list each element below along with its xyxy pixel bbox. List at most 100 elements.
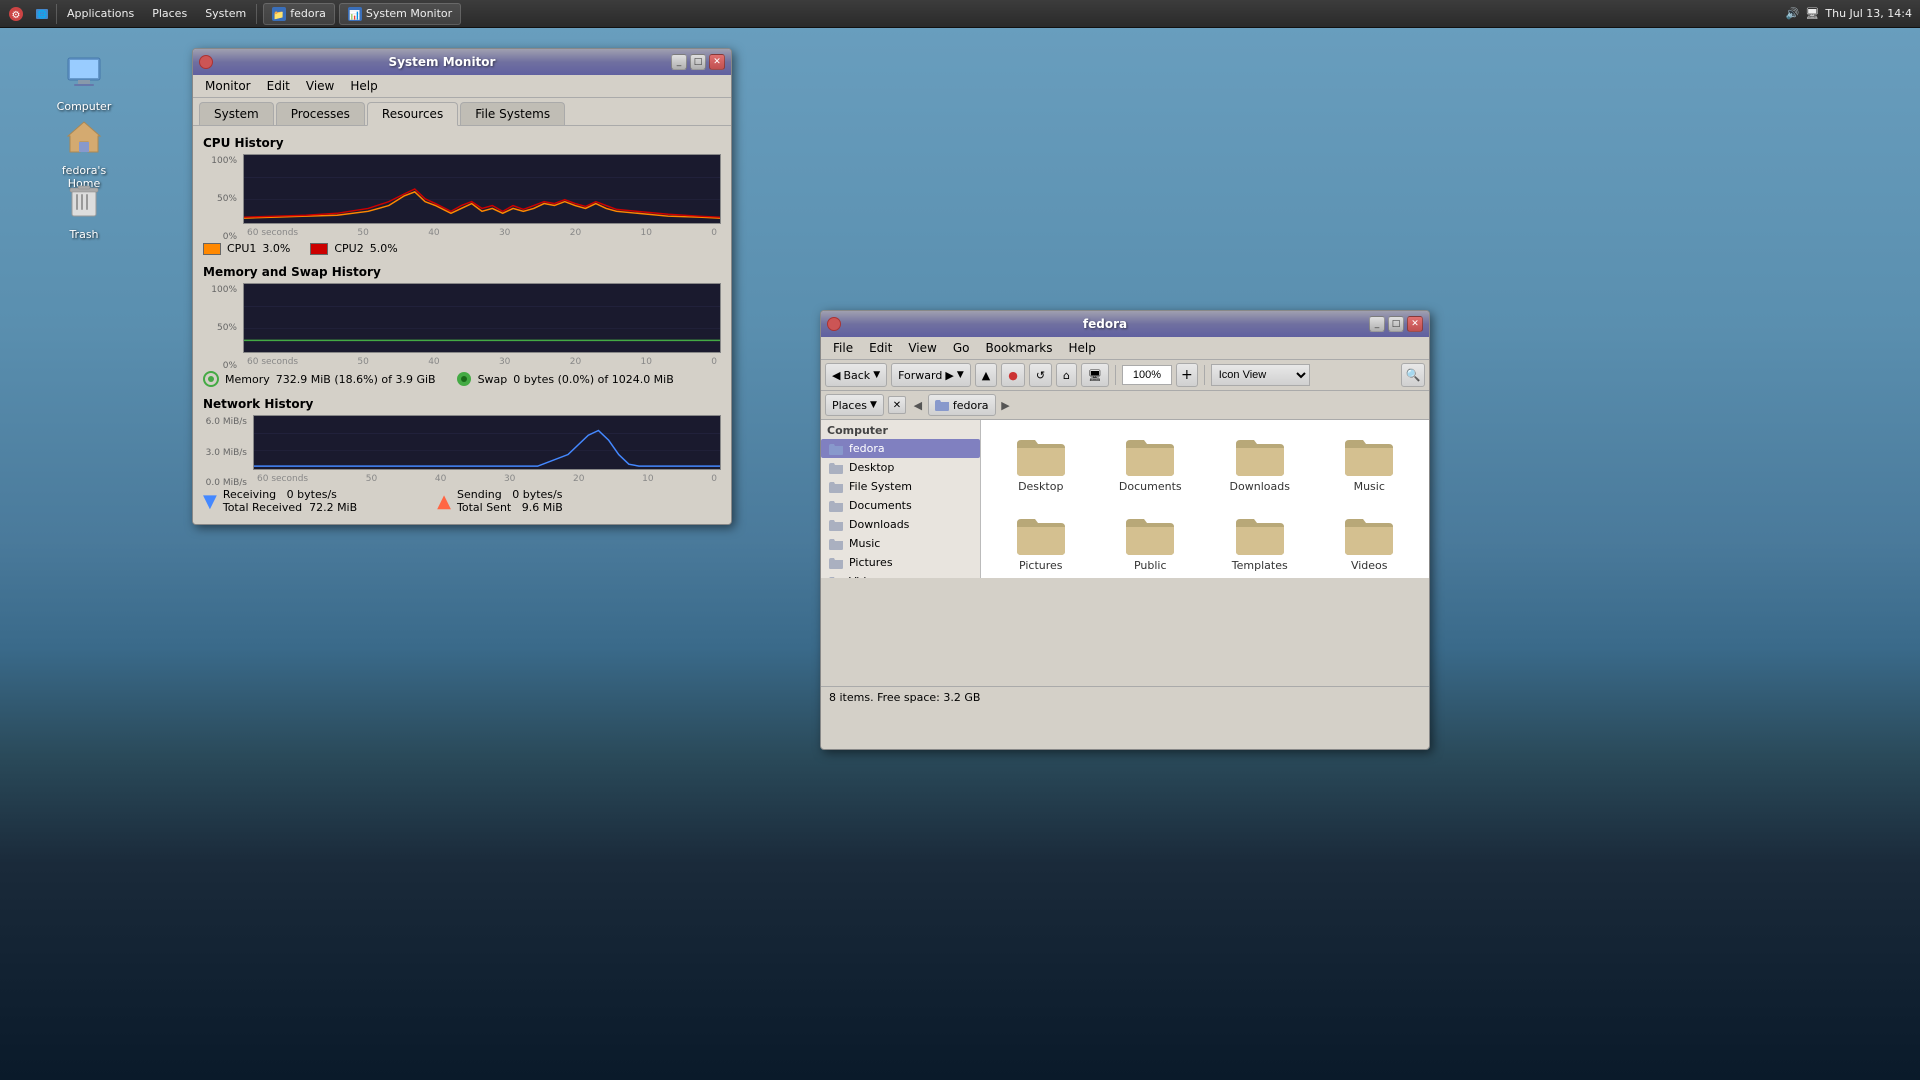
fm-maximize-btn[interactable]: □ xyxy=(1388,316,1404,332)
file-name-pictures: Pictures xyxy=(1019,559,1063,572)
clock: Thu Jul 13, 14:4 xyxy=(1825,7,1912,20)
sysmon-tab-filesystems[interactable]: File Systems xyxy=(460,102,565,125)
network-icon[interactable]: 🖥 xyxy=(1805,7,1819,20)
path-item-fedora[interactable]: fedora xyxy=(928,394,996,416)
sidebar-item-videos[interactable]: Videos xyxy=(821,572,980,578)
sysmon-titlebar: System Monitor _ □ ✕ xyxy=(193,49,731,75)
sysmon-menu-help[interactable]: Help xyxy=(342,77,385,95)
fm-close-left-btn[interactable] xyxy=(827,317,841,331)
taskbar-applet-icon2[interactable]: 🌐 xyxy=(30,4,54,24)
send-arrow-icon: ▲ xyxy=(437,491,451,512)
taskbar-menu-places[interactable]: Places xyxy=(144,3,195,25)
places-dropdown-arrow: ▼ xyxy=(870,400,877,410)
sidebar-item-documents[interactable]: Documents xyxy=(821,496,980,515)
cpu1-color xyxy=(203,243,221,255)
search-button[interactable]: 🔍 xyxy=(1401,363,1425,387)
sidebar-item-desktop[interactable]: Desktop xyxy=(821,458,980,477)
sidebar-item-music[interactable]: Music xyxy=(821,534,980,553)
location-clear-btn[interactable]: ✕ xyxy=(888,396,906,414)
file-icon-documents[interactable]: Documents xyxy=(1101,430,1201,499)
fm-menu-go[interactable]: Go xyxy=(945,339,978,357)
file-icon-public[interactable]: Public xyxy=(1101,509,1201,578)
folder-icon-music xyxy=(1345,436,1393,476)
fm-content-area: Desktop Documents xyxy=(981,420,1429,578)
sidebar-folder-icon-fedora xyxy=(829,443,843,455)
fm-close-btn[interactable]: ✕ xyxy=(1407,316,1423,332)
desktop-icon-trash[interactable]: Trash xyxy=(44,172,124,245)
memory-chart xyxy=(243,283,721,353)
sysmon-maximize-btn[interactable]: □ xyxy=(690,54,706,70)
file-icon-downloads[interactable]: Downloads xyxy=(1210,430,1310,499)
sysmon-close-btn2[interactable]: ✕ xyxy=(709,54,725,70)
fm-minimize-btn[interactable]: _ xyxy=(1369,316,1385,332)
fm-statusbar: 8 items. Free space: 3.2 GB xyxy=(821,686,1429,708)
cpu-chart xyxy=(243,154,721,224)
fm-toolbar: ◀ Back ▼ Forward ▶ ▼ ▲ ● ↺ ⌂ 🖥 + xyxy=(821,360,1429,391)
sysmon-content: CPU History 100%50%0% 60 seco xyxy=(193,126,731,524)
zoom-in-button[interactable]: + xyxy=(1176,363,1198,387)
folder-icon-downloads xyxy=(1236,436,1284,476)
stop-button[interactable]: ● xyxy=(1001,363,1025,387)
cpu-legend: CPU1 3.0% CPU2 5.0% xyxy=(203,242,721,255)
file-icon-templates[interactable]: Templates xyxy=(1210,509,1310,578)
memory-legend: Memory 732.9 MiB (18.6%) of 3.9 GiB Swap… xyxy=(203,371,721,387)
computer-nav-button[interactable]: 🖥 xyxy=(1081,363,1109,387)
zoom-input[interactable] xyxy=(1122,365,1172,385)
view-mode-select[interactable]: Icon View List View Compact View xyxy=(1211,364,1310,386)
path-navigation: ◀ fedora ▶ xyxy=(910,394,1425,416)
fm-menu-file[interactable]: File xyxy=(825,339,861,357)
taskbar-app-fedora[interactable]: 📁 fedora xyxy=(263,3,335,25)
sysmon-tab-system[interactable]: System xyxy=(199,102,274,125)
folder-icon-videos xyxy=(1345,515,1393,555)
fm-menu-edit[interactable]: Edit xyxy=(861,339,900,357)
folder-icon-public xyxy=(1126,515,1174,555)
sysmon-tab-resources[interactable]: Resources xyxy=(367,102,458,126)
folder-icon-pictures xyxy=(1017,515,1065,555)
sysmon-menu-monitor[interactable]: Monitor xyxy=(197,77,259,95)
home-nav-icon: ⌂ xyxy=(1063,369,1070,382)
taskbar-applet-icon1[interactable]: ⚙ xyxy=(4,4,28,24)
sysmon-minimize-btn[interactable]: _ xyxy=(671,54,687,70)
file-icon-pictures[interactable]: Pictures xyxy=(991,509,1091,578)
sidebar-item-fedora[interactable]: fedora xyxy=(821,439,980,458)
fm-menu-bookmarks[interactable]: Bookmarks xyxy=(977,339,1060,357)
file-icon-desktop[interactable]: Desktop xyxy=(991,430,1091,499)
back-dropdown-icon: ▼ xyxy=(873,370,880,380)
taskbar-menu-applications[interactable]: Applications xyxy=(59,3,142,25)
sysmon-menu-view[interactable]: View xyxy=(298,77,342,95)
sidebar-folder-icon-desktop xyxy=(829,462,843,474)
forward-button[interactable]: Forward ▶ ▼ xyxy=(891,363,971,387)
file-icon-videos[interactable]: Videos xyxy=(1320,509,1420,578)
network-stats: ▼ Receiving 0 bytes/s Total Received 72.… xyxy=(203,488,721,514)
statusbar-text: 8 items. Free space: 3.2 GB xyxy=(829,691,980,704)
file-name-public: Public xyxy=(1134,559,1167,572)
desktop-icon-computer[interactable]: Computer xyxy=(44,44,124,117)
taskbar-app-sysmon[interactable]: 📊 System Monitor xyxy=(339,3,461,25)
file-icon-music[interactable]: Music xyxy=(1320,430,1420,499)
sidebar-item-pictures[interactable]: Pictures xyxy=(821,553,980,572)
receive-arrow-icon: ▼ xyxy=(203,491,217,512)
sidebar-item-downloads[interactable]: Downloads xyxy=(821,515,980,534)
up-button[interactable]: ▲ xyxy=(975,363,997,387)
volume-icon[interactable]: 🔊 xyxy=(1786,7,1800,20)
sidebar-folder-icon-pictures xyxy=(829,557,843,569)
sysmon-close-btn[interactable] xyxy=(199,55,213,69)
fm-icons-grid: Desktop Documents xyxy=(991,430,1419,578)
path-nav-back-btn[interactable]: ◀ xyxy=(910,394,926,416)
sidebar-item-filesystem[interactable]: File System xyxy=(821,477,980,496)
fm-window-controls: _ □ ✕ xyxy=(1369,316,1423,332)
places-dropdown[interactable]: Places ▼ xyxy=(825,394,884,416)
taskbar-right: 🔊 🖥 Thu Jul 13, 14:4 xyxy=(1786,7,1920,20)
home-nav-button[interactable]: ⌂ xyxy=(1056,363,1077,387)
sysmon-tab-processes[interactable]: Processes xyxy=(276,102,365,125)
sidebar-folder-icon-filesystem xyxy=(829,481,843,493)
back-button[interactable]: ◀ Back ▼ xyxy=(825,363,887,387)
fm-menu-help[interactable]: Help xyxy=(1061,339,1104,357)
sysmon-menu-edit[interactable]: Edit xyxy=(259,77,298,95)
network-axis-labels: 60 seconds50403020100 xyxy=(253,474,721,484)
fm-menu-view[interactable]: View xyxy=(900,339,944,357)
cpu1-legend: CPU1 3.0% xyxy=(203,242,290,255)
taskbar-menu-system[interactable]: System xyxy=(197,3,254,25)
reload-button[interactable]: ↺ xyxy=(1029,363,1052,387)
path-nav-forward-btn[interactable]: ▶ xyxy=(998,394,1014,416)
